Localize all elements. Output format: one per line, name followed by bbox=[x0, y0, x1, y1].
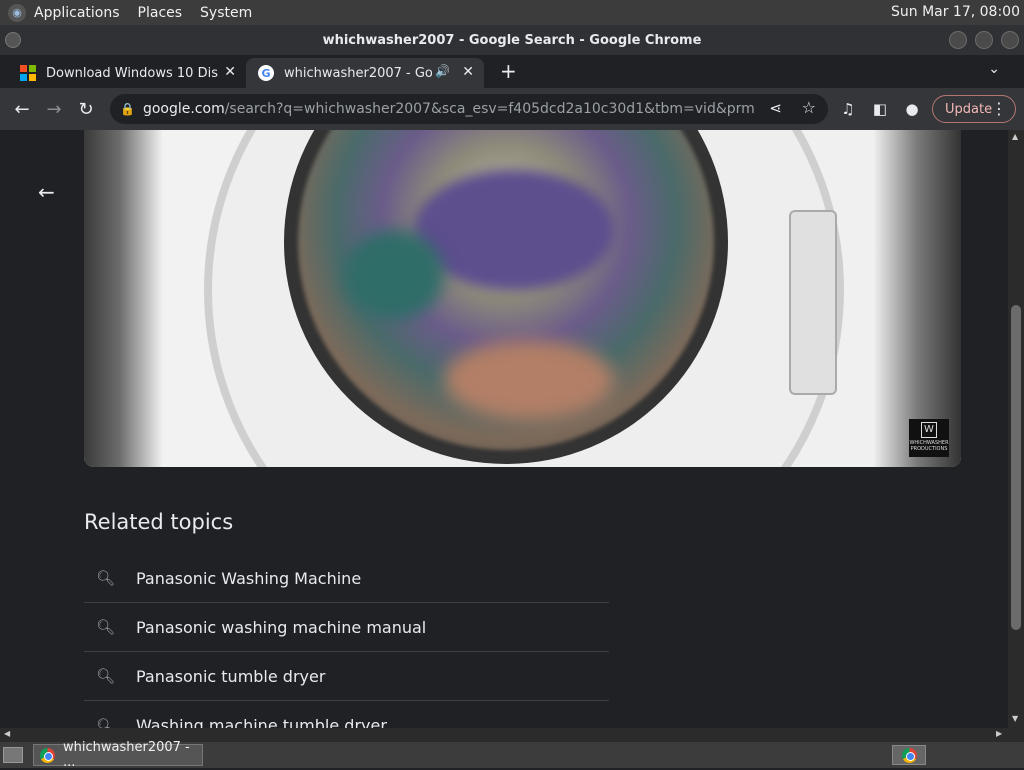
minimize-window-icon[interactable] bbox=[949, 31, 967, 49]
related-topic-item[interactable]: 🔍︎ Panasonic washing machine manual bbox=[84, 603, 609, 652]
window-title: whichwasher2007 - Google Search - Google… bbox=[322, 32, 702, 48]
tray-chrome-icon[interactable] bbox=[892, 745, 926, 765]
related-topic-item[interactable]: 🔍︎ Washing machine tumble dryer bbox=[84, 701, 609, 728]
scroll-right-icon[interactable]: ▶ bbox=[996, 729, 1002, 738]
close-tab-icon[interactable]: ✕ bbox=[224, 64, 236, 80]
system-menu[interactable]: System bbox=[200, 5, 252, 21]
window-menu-icon[interactable] bbox=[5, 32, 21, 48]
related-topic-item[interactable]: 🔍︎ Panasonic tumble dryer bbox=[84, 652, 609, 701]
close-tab-icon[interactable]: ✕ bbox=[462, 64, 474, 80]
laundry-blur bbox=[414, 170, 614, 290]
related-topics-heading: Related topics bbox=[84, 510, 234, 534]
share-icon[interactable]: ⋖ bbox=[769, 99, 782, 117]
media-control-icon[interactable]: ♫ bbox=[836, 97, 860, 121]
close-window-icon[interactable] bbox=[1001, 31, 1019, 49]
url-text[interactable]: google.com/search?q=whichwasher2007&sca_… bbox=[143, 101, 755, 117]
video-player[interactable]: W WHICHWASHER PRODUCTIONS bbox=[84, 130, 961, 467]
scrollbar-corner bbox=[1008, 728, 1024, 742]
address-bar[interactable]: 🔒 google.com/search?q=whichwasher2007&sc… bbox=[110, 94, 828, 124]
chrome-icon bbox=[901, 747, 917, 763]
update-label: Update bbox=[945, 101, 993, 117]
watermark-text: WHICHWASHER PRODUCTIONS bbox=[909, 440, 949, 452]
window-titlebar[interactable]: whichwasher2007 - Google Search - Google… bbox=[0, 25, 1024, 55]
laundry-blur bbox=[444, 340, 614, 420]
vertical-scrollbar[interactable]: ▲ ▼ bbox=[1008, 130, 1024, 728]
side-panel-icon[interactable]: ◧ bbox=[868, 97, 892, 121]
tab-download-windows[interactable]: Download Windows 10 Disc Im ✕ bbox=[8, 58, 246, 88]
back-button[interactable]: ← bbox=[10, 97, 34, 121]
update-button[interactable]: Update ⋮ bbox=[932, 95, 1016, 123]
scroll-up-icon[interactable]: ▲ bbox=[1012, 132, 1018, 141]
watermark-logo-icon: W bbox=[921, 422, 937, 438]
profile-avatar-icon[interactable]: ● bbox=[900, 97, 924, 121]
show-desktop-icon[interactable] bbox=[3, 747, 23, 763]
related-topic-item[interactable]: 🔍︎ Panasonic Washing Machine bbox=[84, 554, 609, 603]
taskbar: whichwasher2007 - ... bbox=[0, 740, 1024, 770]
search-icon: 🔍︎ bbox=[96, 716, 116, 729]
laundry-blur bbox=[344, 230, 444, 320]
url-domain: google.com bbox=[142, 101, 225, 117]
lock-icon[interactable]: 🔒 bbox=[120, 102, 135, 116]
places-menu[interactable]: Places bbox=[138, 5, 183, 21]
microsoft-logo-icon bbox=[20, 65, 36, 81]
applications-menu[interactable]: Applications bbox=[34, 5, 120, 21]
reload-button[interactable]: ↻ bbox=[74, 97, 98, 121]
forward-button[interactable]: → bbox=[42, 97, 66, 121]
clock[interactable]: Sun Mar 17, 08:00 bbox=[891, 4, 1020, 20]
audio-playing-icon[interactable]: 🔊 bbox=[435, 64, 450, 78]
google-logo-icon: G bbox=[258, 65, 274, 81]
related-topic-label: Panasonic tumble dryer bbox=[136, 666, 326, 686]
new-tab-button[interactable]: + bbox=[500, 59, 517, 83]
taskbar-chrome-window[interactable]: whichwasher2007 - ... bbox=[33, 740, 203, 770]
url-path: /search?q=whichwasher2007&sca_esv=f405dc… bbox=[224, 101, 755, 117]
channel-watermark[interactable]: W WHICHWASHER PRODUCTIONS bbox=[909, 419, 949, 457]
door-handle bbox=[789, 210, 837, 395]
related-topic-label: Panasonic washing machine manual bbox=[136, 617, 427, 637]
related-topic-label: Washing machine tumble dryer bbox=[136, 716, 387, 728]
related-topic-label: Panasonic Washing Machine bbox=[136, 568, 362, 588]
bookmark-star-icon[interactable]: ☆ bbox=[802, 98, 816, 117]
search-icon: 🔍︎ bbox=[96, 569, 116, 587]
search-icon: 🔍︎ bbox=[96, 667, 116, 685]
page-content: ← W WHICHWASHER PRODUCTIONS Related topi… bbox=[0, 130, 1008, 728]
search-icon: 🔍︎ bbox=[96, 618, 116, 636]
gnome-foot-icon[interactable]: ◉ bbox=[8, 3, 26, 22]
tab-whichwasher-search[interactable]: G whichwasher2007 - Goog 🔊 ✕ bbox=[246, 58, 484, 88]
menu-dots-icon[interactable]: ⋮ bbox=[991, 99, 1007, 118]
back-arrow-icon[interactable]: ← bbox=[38, 180, 55, 204]
taskbar-item-label: whichwasher2007 - ... bbox=[63, 740, 190, 770]
tab-label: whichwasher2007 - Goog bbox=[284, 65, 432, 81]
tab-strip: Download Windows 10 Disc Im ✕ G whichwas… bbox=[0, 55, 1024, 88]
tab-label: Download Windows 10 Disc Im bbox=[46, 65, 218, 81]
chevron-down-icon[interactable]: ⌄ bbox=[988, 61, 1000, 77]
browser-toolbar: ← → ↻ 🔒 google.com/search?q=whichwasher2… bbox=[0, 88, 1024, 130]
scroll-down-icon[interactable]: ▼ bbox=[1012, 714, 1018, 723]
chrome-icon bbox=[40, 747, 55, 763]
top-panel: ◉ Applications Places System Sun Mar 17,… bbox=[0, 0, 1024, 25]
scroll-left-icon[interactable]: ◀ bbox=[4, 729, 10, 738]
maximize-window-icon[interactable] bbox=[975, 31, 993, 49]
scrollbar-thumb[interactable] bbox=[1011, 305, 1021, 630]
